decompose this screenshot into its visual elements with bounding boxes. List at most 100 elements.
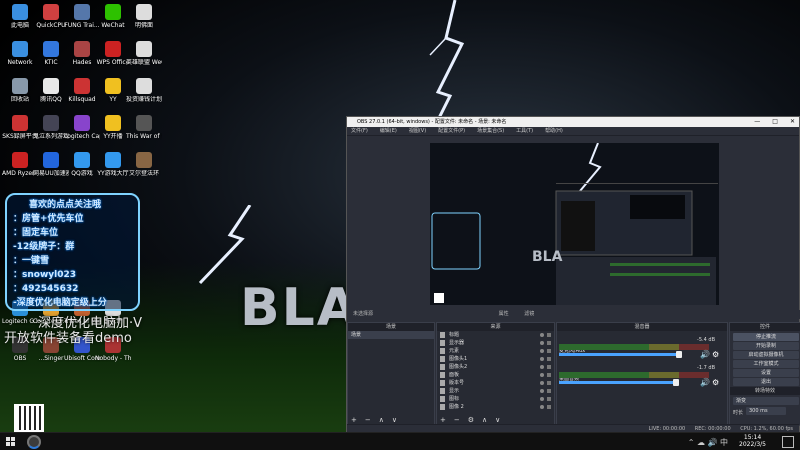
app-icon — [12, 41, 28, 57]
source-item[interactable]: 版本号 — [437, 379, 554, 387]
volume-meter — [559, 372, 709, 378]
control-button[interactable]: 开始录制 — [733, 342, 799, 350]
menu-item[interactable]: 配置文件(P) — [438, 128, 465, 134]
menu-item[interactable]: 工具(T) — [516, 128, 533, 134]
eye-icon[interactable] — [540, 405, 544, 409]
gear-icon[interactable]: ⚙ — [712, 350, 719, 359]
eye-icon[interactable] — [540, 389, 544, 393]
app-icon — [105, 4, 121, 20]
obs-titlebar[interactable]: OBS 27.0.1 (64-bit, windows) - 配置文件: 未命名… — [347, 117, 799, 127]
eye-icon[interactable] — [540, 365, 544, 369]
lock-icon[interactable] — [547, 381, 551, 385]
promo-line: ：房管+优先车位 — [13, 214, 84, 224]
desktop-icon-label: Nobody - The Turna... — [95, 355, 131, 362]
lock-icon[interactable] — [547, 405, 551, 409]
obs-taskbar-icon[interactable] — [27, 435, 41, 449]
eye-icon[interactable] — [540, 397, 544, 401]
svg-text:BLA: BLA — [532, 249, 563, 265]
source-item[interactable]: 元素 — [437, 347, 554, 355]
desktop-icon[interactable]: 艾尔登法环 — [126, 152, 162, 177]
move-up-icon[interactable]: ∧ — [379, 416, 384, 424]
app-icon — [105, 115, 121, 131]
control-button[interactable]: 停止推流 — [733, 333, 799, 341]
obs-preview-canvas[interactable]: BLA — [430, 143, 719, 305]
speaker-icon[interactable]: 🔊 — [700, 378, 710, 387]
clock[interactable]: 15:14 2022/3/5 — [739, 434, 766, 448]
volume-fader[interactable] — [559, 353, 679, 356]
add-icon[interactable]: + — [440, 416, 446, 424]
obs-menubar: 文件(F) 编辑(E) 视图(V) 配置文件(P) 场景集合(S) 工具(T) 帮助(H) — [347, 127, 799, 136]
control-button[interactable]: 设置 — [733, 369, 799, 377]
control-button[interactable]: 启动虚拟摄像机 — [733, 351, 799, 359]
desktop-icon[interactable]: This War of Mine — [126, 115, 162, 140]
source-type-icon — [440, 388, 445, 394]
transition-select[interactable]: 渐变 — [733, 397, 799, 405]
lock-icon[interactable] — [547, 333, 551, 337]
maximize-button[interactable]: □ — [772, 118, 778, 125]
fader-knob[interactable] — [673, 379, 679, 386]
eye-icon[interactable] — [540, 381, 544, 385]
lock-icon[interactable] — [547, 373, 551, 377]
source-item[interactable]: 图像头2 — [437, 363, 554, 371]
lock-icon[interactable] — [547, 397, 551, 401]
fader-knob[interactable] — [676, 351, 682, 358]
source-item[interactable]: 显示 — [437, 387, 554, 395]
close-button[interactable]: ✕ — [790, 118, 795, 125]
remove-icon[interactable]: − — [365, 416, 371, 424]
move-down-icon[interactable]: ∨ — [392, 416, 397, 424]
source-type-icon — [440, 372, 445, 378]
remove-icon[interactable]: − — [454, 416, 460, 424]
eye-icon[interactable] — [540, 357, 544, 361]
move-down-icon[interactable]: ∨ — [495, 416, 500, 424]
desktop-icon-label: 投资赚钱计划 打工篇 — [126, 96, 162, 103]
app-icon — [105, 152, 121, 168]
desktop-icon[interactable]: 投资赚钱计划 打工篇 — [126, 78, 162, 103]
menu-item[interactable]: 场景集合(S) — [477, 128, 504, 134]
source-item[interactable]: 图标 — [437, 395, 554, 403]
control-button[interactable]: 工作室模式 — [733, 360, 799, 368]
duration-input[interactable]: 300 ms — [746, 407, 786, 415]
lock-icon[interactable] — [547, 365, 551, 369]
menu-item[interactable]: 文件(F) — [351, 128, 368, 134]
source-item[interactable]: 显示器 — [437, 339, 554, 347]
menu-item[interactable]: 视图(V) — [409, 128, 426, 134]
speaker-icon[interactable]: 🔊 — [700, 350, 710, 359]
desktop-icon[interactable]: 英雄联盟 WeGame版 — [126, 41, 162, 66]
lock-icon[interactable] — [547, 357, 551, 361]
notification-icon[interactable] — [782, 436, 794, 448]
desktop-icon[interactable]: 明佛面 — [126, 4, 162, 29]
source-item[interactable]: 标题 — [437, 331, 554, 339]
eye-icon[interactable] — [540, 373, 544, 377]
app-icon — [74, 4, 90, 20]
properties-button[interactable]: 属性 — [499, 311, 509, 317]
windows-start-icon[interactable] — [6, 437, 16, 447]
lock-icon[interactable] — [547, 389, 551, 393]
app-icon — [136, 41, 152, 57]
obs-window[interactable]: OBS 27.0.1 (64-bit, windows) - 配置文件: 未命名… — [346, 116, 800, 434]
source-item[interactable]: 图像 2 — [437, 403, 554, 411]
eye-icon[interactable] — [540, 341, 544, 345]
volume-fader[interactable] — [559, 381, 676, 384]
menu-item[interactable]: 编辑(E) — [380, 128, 397, 134]
app-icon — [105, 78, 121, 94]
filters-button[interactable]: 滤镜 — [524, 311, 534, 317]
source-item[interactable]: 图像头1 — [437, 355, 554, 363]
gear-icon[interactable]: ⚙ — [712, 378, 719, 387]
lock-icon[interactable] — [547, 341, 551, 345]
gear-icon[interactable]: ⚙ — [468, 416, 474, 424]
scene-item[interactable]: 场景 — [348, 331, 434, 339]
move-up-icon[interactable]: ∧ — [482, 416, 487, 424]
eye-icon[interactable] — [540, 349, 544, 353]
watermark-line-2: 开放软件装备看demo — [4, 331, 132, 346]
add-icon[interactable]: + — [351, 416, 357, 424]
control-button[interactable]: 退出 — [733, 378, 799, 386]
source-name: 元素 — [449, 348, 460, 354]
eye-icon[interactable] — [540, 333, 544, 337]
tray-icons[interactable]: ⌃ ☁ 🔊 中 — [688, 437, 728, 448]
minimize-button[interactable]: — — [754, 118, 760, 125]
app-icon — [12, 115, 28, 131]
lock-icon[interactable] — [547, 349, 551, 353]
menu-item[interactable]: 帮助(H) — [545, 128, 563, 134]
promo-line: ：snowyl023 — [13, 270, 77, 280]
source-item[interactable]: 面板 — [437, 371, 554, 379]
